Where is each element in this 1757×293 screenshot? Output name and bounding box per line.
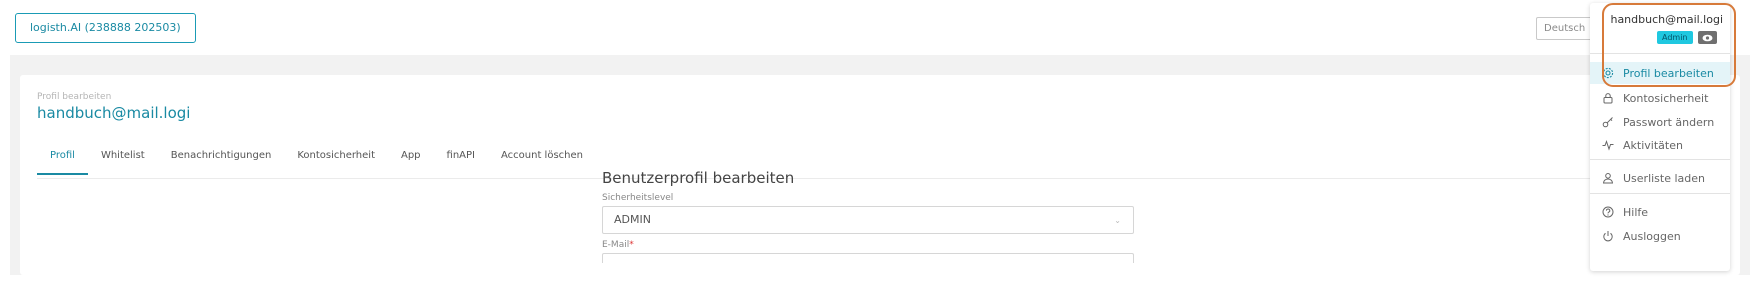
security-level-select[interactable]: ADMIN ⌄ bbox=[602, 206, 1134, 234]
menu-item-label: Ausloggen bbox=[1623, 229, 1681, 243]
menu-divider bbox=[1590, 159, 1730, 160]
user-dropdown-menu: handbuch@mail.logi Admin Profil bearbeit… bbox=[1590, 3, 1730, 271]
user-header: handbuch@mail.logi Admin bbox=[1590, 3, 1730, 53]
top-bar: logisth.AI (238888 202503) Deutsch ⌄ bbox=[0, 0, 1757, 55]
power-icon bbox=[1601, 229, 1615, 243]
menu-divider bbox=[1590, 193, 1730, 194]
security-level-value: ADMIN bbox=[614, 213, 651, 226]
tab-finapi[interactable]: finAPI bbox=[434, 147, 488, 175]
menu-item-label: Kontosicherheit bbox=[1623, 91, 1709, 105]
security-level-label: Sicherheitslevel bbox=[602, 193, 674, 203]
email-label: E-Mail* bbox=[602, 240, 1134, 250]
tab-whitelist[interactable]: Whitelist bbox=[88, 147, 158, 175]
key-icon bbox=[1601, 115, 1615, 129]
tab-app[interactable]: App bbox=[388, 147, 434, 175]
tab-profil[interactable]: Profil bbox=[37, 147, 88, 175]
menu-item-kontosicherheit[interactable]: Kontosicherheit bbox=[1590, 87, 1730, 109]
user-email: handbuch@mail.logi bbox=[1610, 13, 1723, 26]
menu-item-label: Userliste laden bbox=[1623, 171, 1706, 185]
menu-item-passwort-aendern[interactable]: Passwort ändern bbox=[1590, 111, 1730, 133]
bottom-edge bbox=[0, 275, 1757, 293]
menu-item-label: Hilfe bbox=[1623, 205, 1649, 219]
required-marker: * bbox=[629, 240, 634, 250]
tab-account-loeschen[interactable]: Account löschen bbox=[488, 147, 596, 175]
content-area: Profil bearbeiten handbuch@mail.logi Pro… bbox=[10, 55, 1750, 275]
menu-item-label: Aktivitäten bbox=[1623, 138, 1683, 152]
breadcrumb: Profil bearbeiten bbox=[37, 92, 112, 102]
menu-item-label: Profil bearbeiten bbox=[1623, 66, 1714, 80]
menu-item-aktivitaeten[interactable]: Aktivitäten bbox=[1590, 134, 1730, 156]
tab-bar: Profil Whitelist Benachrichtigungen Kont… bbox=[37, 147, 596, 175]
activity-icon bbox=[1601, 138, 1615, 152]
menu-item-label: Passwort ändern bbox=[1623, 115, 1715, 129]
user-icon bbox=[1601, 171, 1615, 185]
menu-divider bbox=[1590, 53, 1730, 54]
eye-icon[interactable] bbox=[1698, 31, 1717, 44]
company-button[interactable]: logisth.AI (238888 202503) bbox=[15, 13, 196, 43]
page-title: handbuch@mail.logi bbox=[37, 104, 191, 122]
tab-kontosicherheit[interactable]: Kontosicherheit bbox=[284, 147, 388, 175]
email-field[interactable] bbox=[602, 253, 1134, 263]
profile-form: Benutzerprofil bearbeiten Sicherheitslev… bbox=[602, 169, 1134, 263]
gear-icon bbox=[1601, 66, 1615, 80]
help-icon bbox=[1601, 205, 1615, 219]
form-title: Benutzerprofil bearbeiten bbox=[602, 169, 795, 187]
menu-item-userliste-laden[interactable]: Userliste laden bbox=[1590, 167, 1730, 189]
chevron-down-icon: ⌄ bbox=[1114, 216, 1121, 225]
tab-benachrichtigungen[interactable]: Benachrichtigungen bbox=[158, 147, 285, 175]
role-badge: Admin bbox=[1657, 31, 1693, 44]
menu-item-hilfe[interactable]: Hilfe bbox=[1590, 201, 1730, 223]
language-value: Deutsch bbox=[1544, 23, 1586, 34]
lock-icon bbox=[1601, 91, 1615, 105]
menu-item-profil-bearbeiten[interactable]: Profil bearbeiten bbox=[1590, 62, 1730, 84]
menu-item-ausloggen[interactable]: Ausloggen bbox=[1590, 225, 1730, 247]
email-label-text: E-Mail bbox=[602, 240, 630, 250]
